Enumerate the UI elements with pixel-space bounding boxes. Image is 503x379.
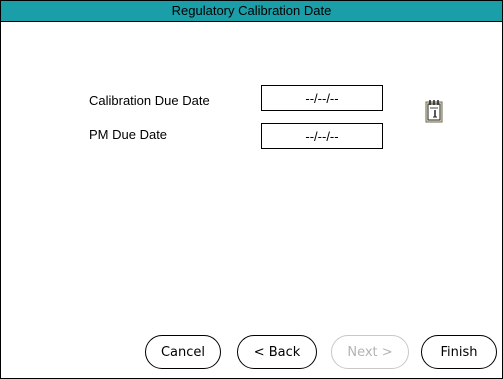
next-button[interactable]: Next > [331, 335, 409, 369]
pm-due-date-label: PM Due Date [89, 127, 168, 142]
calibration-due-date-field[interactable]: --/--/-- [261, 85, 383, 111]
calibration-due-date-label: Calibration Due Date [89, 93, 210, 108]
back-button[interactable]: < Back [237, 335, 317, 369]
pm-due-date-field[interactable]: --/--/-- [261, 123, 383, 149]
finish-button[interactable]: Finish [421, 335, 497, 369]
calendar-icon[interactable] [425, 99, 443, 123]
calibration-dialog: Regulatory Calibration Date Calibration … [0, 0, 503, 379]
cancel-button[interactable]: Cancel [145, 335, 221, 369]
dialog-title: Regulatory Calibration Date [1, 1, 502, 22]
